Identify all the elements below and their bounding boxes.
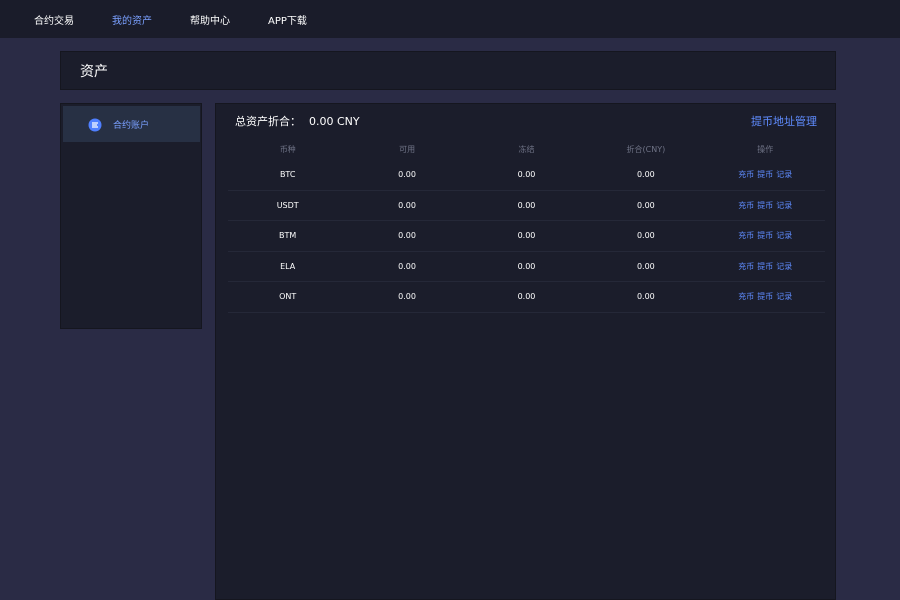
page-header: 资产 xyxy=(60,51,836,90)
table-row: BTC 0.00 0.00 0.00 充币 提币 记录 xyxy=(228,160,825,191)
total-assets-value: 0.00 CNY xyxy=(309,114,360,128)
table-row: USDT 0.00 0.00 0.00 充币 提币 记录 xyxy=(228,191,825,221)
records-link[interactable]: 记录 xyxy=(776,230,792,241)
frozen-cell: 0.00 xyxy=(517,200,536,210)
column-header-coin: 币种 xyxy=(279,144,296,154)
assets-panel: 总资产折合： 0.00 CNY 提币地址管理 币种 可用 冻结 折合(CNY) … xyxy=(215,103,836,600)
sidebar-item-contract-account[interactable]: 合约账户 xyxy=(63,106,200,142)
page-title: 资产 xyxy=(80,63,108,80)
deposit-link[interactable]: 充币 xyxy=(738,291,754,302)
withdraw-link[interactable]: 提币 xyxy=(757,200,773,211)
available-cell: 0.00 xyxy=(398,292,416,302)
withdraw-link[interactable]: 提币 xyxy=(757,291,773,302)
actions-cell: 充币 提币 记录 xyxy=(706,291,825,302)
cny-cell: 0.00 xyxy=(636,231,655,241)
cny-cell: 0.00 xyxy=(636,261,655,271)
available-cell: 0.00 xyxy=(398,231,416,241)
cny-cell: 0.00 xyxy=(636,170,655,180)
actions-cell: 充币 提币 记录 xyxy=(706,169,825,180)
column-header-available: 可用 xyxy=(399,144,416,154)
records-link[interactable]: 记录 xyxy=(776,291,792,302)
deposit-link[interactable]: 充币 xyxy=(738,200,754,211)
actions-cell: 充币 提币 记录 xyxy=(706,200,825,211)
coin-cell: ONT xyxy=(279,292,297,302)
records-link[interactable]: 记录 xyxy=(776,261,792,272)
coin-cell: USDT xyxy=(276,200,299,210)
withdraw-link[interactable]: 提币 xyxy=(757,261,773,272)
sidebar-item-label: 合约账户 xyxy=(113,120,150,131)
cny-cell: 0.00 xyxy=(636,292,655,302)
column-header-cny: 折合(CNY) xyxy=(626,144,666,154)
frozen-cell: 0.00 xyxy=(517,292,536,302)
available-cell: 0.00 xyxy=(398,261,416,271)
nav-item-help-center[interactable]: 帮助中心 xyxy=(190,12,230,27)
nav-item-contract-trading[interactable]: 合约交易 xyxy=(34,12,74,27)
assets-table: 币种 可用 冻结 折合(CNY) 操作 BTC 0.00 0.00 0.00 充… xyxy=(228,138,825,313)
nav-item-my-assets[interactable]: 我的资产 xyxy=(112,12,152,27)
frozen-cell: 0.00 xyxy=(517,231,536,241)
coin-cell: BTM xyxy=(279,231,297,241)
deposit-link[interactable]: 充币 xyxy=(738,230,754,241)
deposit-link[interactable]: 充币 xyxy=(738,169,754,180)
frozen-cell: 0.00 xyxy=(517,261,536,271)
column-header-frozen: 冻结 xyxy=(518,144,535,154)
actions-cell: 充币 提币 记录 xyxy=(706,261,825,272)
coin-cell: ELA xyxy=(280,261,296,271)
coin-cell: BTC xyxy=(279,170,296,180)
table-row: ELA 0.00 0.00 0.00 充币 提币 记录 xyxy=(228,252,825,282)
records-link[interactable]: 记录 xyxy=(776,169,792,180)
total-assets-summary: 总资产折合： 0.00 CNY xyxy=(235,114,360,129)
table-row: BTM 0.00 0.00 0.00 充币 提币 记录 xyxy=(228,221,825,252)
sidebar: 合约账户 xyxy=(60,103,202,329)
nav-item-app-download[interactable]: APP下载 xyxy=(268,12,307,27)
wallet-icon xyxy=(88,117,102,132)
deposit-link[interactable]: 充币 xyxy=(738,261,754,272)
frozen-cell: 0.00 xyxy=(517,170,536,180)
top-navigation: 合约交易 我的资产 帮助中心 APP下载 xyxy=(0,0,900,38)
withdraw-link[interactable]: 提币 xyxy=(757,169,773,180)
cny-cell: 0.00 xyxy=(636,200,655,210)
column-header-actions: 操作 xyxy=(757,144,774,154)
withdraw-link[interactable]: 提币 xyxy=(757,230,773,241)
total-assets-label: 总资产折合： xyxy=(235,115,301,128)
actions-cell: 充币 提币 记录 xyxy=(706,230,825,241)
available-cell: 0.00 xyxy=(398,200,416,210)
withdraw-address-management-link[interactable]: 提币地址管理 xyxy=(751,113,817,129)
available-cell: 0.00 xyxy=(398,170,416,180)
records-link[interactable]: 记录 xyxy=(776,200,792,211)
table-header: 币种 可用 冻结 折合(CNY) 操作 xyxy=(228,138,825,160)
table-row: ONT 0.00 0.00 0.00 充币 提币 记录 xyxy=(228,282,825,313)
